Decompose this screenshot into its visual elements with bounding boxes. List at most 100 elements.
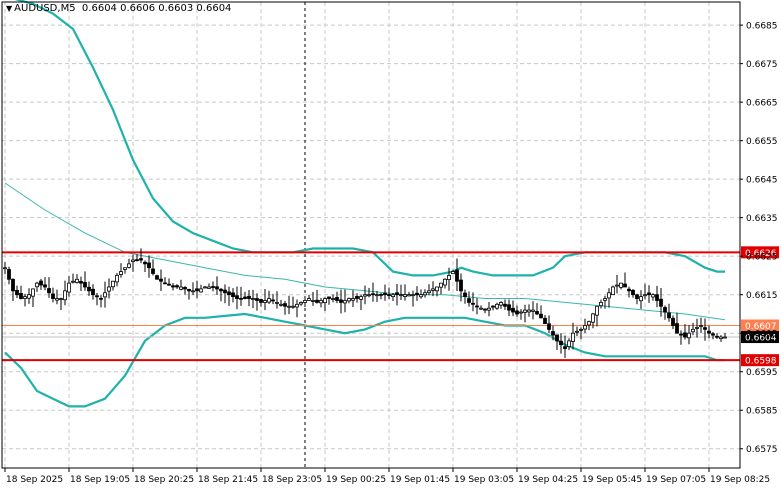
chart-canvas[interactable]: 0.66260.66070.65980.6604 0.66850.66750.6… bbox=[0, 0, 781, 489]
candle-body bbox=[699, 325, 703, 327]
candle-body bbox=[179, 286, 183, 290]
candle-body bbox=[123, 267, 127, 270]
candle-body bbox=[583, 325, 587, 330]
candle-body bbox=[187, 288, 191, 292]
candle-body bbox=[379, 293, 383, 296]
candle-body bbox=[443, 278, 447, 286]
candle-body bbox=[455, 269, 459, 282]
candle-body bbox=[627, 288, 631, 292]
x-tick-label: 18 Sep 23:05 bbox=[262, 475, 322, 485]
candle-body bbox=[87, 286, 91, 292]
candle-body bbox=[543, 317, 547, 324]
candle-body bbox=[555, 334, 559, 342]
price-candles bbox=[3, 248, 727, 358]
candle-body bbox=[507, 304, 511, 311]
candle-body bbox=[7, 269, 11, 280]
candle-body bbox=[463, 292, 467, 298]
candle-body bbox=[211, 286, 215, 288]
candle-body bbox=[483, 308, 487, 311]
y-tick-label: 0.6645 bbox=[746, 176, 778, 186]
candle-body bbox=[23, 296, 27, 299]
y-tick-label: 0.6675 bbox=[746, 60, 778, 70]
candle-body bbox=[567, 340, 571, 348]
candle-body bbox=[167, 283, 171, 286]
candle-body bbox=[239, 297, 243, 300]
candle-body bbox=[19, 292, 23, 299]
candle-body bbox=[347, 298, 351, 302]
x-tick-label: 19 Sep 03:05 bbox=[454, 475, 514, 485]
price-chart[interactable]: 0.6626 0.6607 0.6598 0.6604 0.6685 0.6675 0.6… bbox=[0, 0, 781, 489]
candle-body bbox=[579, 328, 583, 331]
candle-body bbox=[231, 292, 235, 298]
y-tick-label: 0.6655 bbox=[746, 137, 778, 147]
candle-body bbox=[287, 305, 291, 308]
candle-body bbox=[451, 271, 455, 275]
candle-body bbox=[207, 286, 211, 289]
candle-body bbox=[275, 301, 279, 304]
candle-body bbox=[719, 336, 723, 340]
candle-body bbox=[131, 259, 135, 263]
candle-body bbox=[539, 313, 543, 319]
candle-body bbox=[635, 294, 639, 299]
candle-body bbox=[247, 295, 251, 299]
candle-body bbox=[595, 305, 599, 316]
candle-body bbox=[267, 298, 271, 303]
candle-body bbox=[323, 298, 327, 304]
candle-body bbox=[171, 285, 175, 288]
candle-body bbox=[407, 294, 411, 297]
candle-body bbox=[15, 290, 19, 296]
candle-body bbox=[355, 295, 359, 299]
candle-body bbox=[547, 323, 551, 330]
upper-band-line bbox=[14, 0, 725, 277]
candle-body bbox=[263, 300, 267, 303]
candle-body bbox=[551, 331, 555, 336]
x-tick-label: 18 Sep 21:45 bbox=[198, 475, 258, 485]
grid bbox=[2, 2, 740, 468]
candle-body bbox=[471, 302, 475, 305]
y-tick-label: 0.6615 bbox=[746, 291, 778, 301]
candle-body bbox=[359, 296, 363, 300]
candle-body bbox=[35, 282, 39, 288]
candle-body bbox=[183, 287, 187, 290]
candle-body bbox=[515, 310, 519, 315]
candle-body bbox=[571, 332, 575, 342]
axes: 0.6685 0.6675 0.6665 0.6655 0.6645 0.6635 0.66… bbox=[1, 1, 778, 485]
collapse-triangle-icon[interactable]: ▼ bbox=[6, 4, 12, 13]
candle-body bbox=[715, 335, 719, 338]
candle-body bbox=[243, 296, 247, 299]
candle-body bbox=[135, 259, 139, 262]
candle-body bbox=[299, 301, 303, 305]
candle-body bbox=[227, 291, 231, 296]
candle-body bbox=[175, 285, 179, 288]
candle-body bbox=[351, 298, 355, 301]
x-tick-label: 19 Sep 08:25 bbox=[710, 475, 770, 485]
candle-body bbox=[315, 299, 319, 303]
x-tick-label: 19 Sep 04:25 bbox=[518, 475, 578, 485]
plot-frame bbox=[1, 1, 741, 469]
candle-body bbox=[491, 305, 495, 308]
candle-body bbox=[375, 294, 379, 297]
candle-body bbox=[279, 303, 283, 306]
candle-body bbox=[163, 282, 167, 285]
candle-body bbox=[387, 294, 391, 296]
candle-body bbox=[563, 346, 567, 350]
symbol-label: AUDUSD,M5 bbox=[14, 3, 76, 14]
candle-body bbox=[395, 292, 399, 296]
candle-body bbox=[519, 311, 523, 314]
candle-body bbox=[475, 305, 479, 308]
candle-body bbox=[723, 336, 727, 339]
candle-body bbox=[655, 294, 659, 301]
candle-body bbox=[59, 298, 63, 300]
candle-body bbox=[607, 292, 611, 299]
candle-body bbox=[55, 298, 59, 301]
candle-body bbox=[343, 300, 347, 304]
candle-body bbox=[639, 296, 643, 302]
candle-body bbox=[479, 307, 483, 310]
candle-body bbox=[155, 275, 159, 280]
candle-body bbox=[99, 297, 103, 300]
candle-body bbox=[691, 328, 695, 333]
candle-body bbox=[203, 286, 207, 289]
candle-body bbox=[671, 317, 675, 326]
candle-body bbox=[663, 307, 667, 313]
candle-body bbox=[615, 284, 619, 287]
